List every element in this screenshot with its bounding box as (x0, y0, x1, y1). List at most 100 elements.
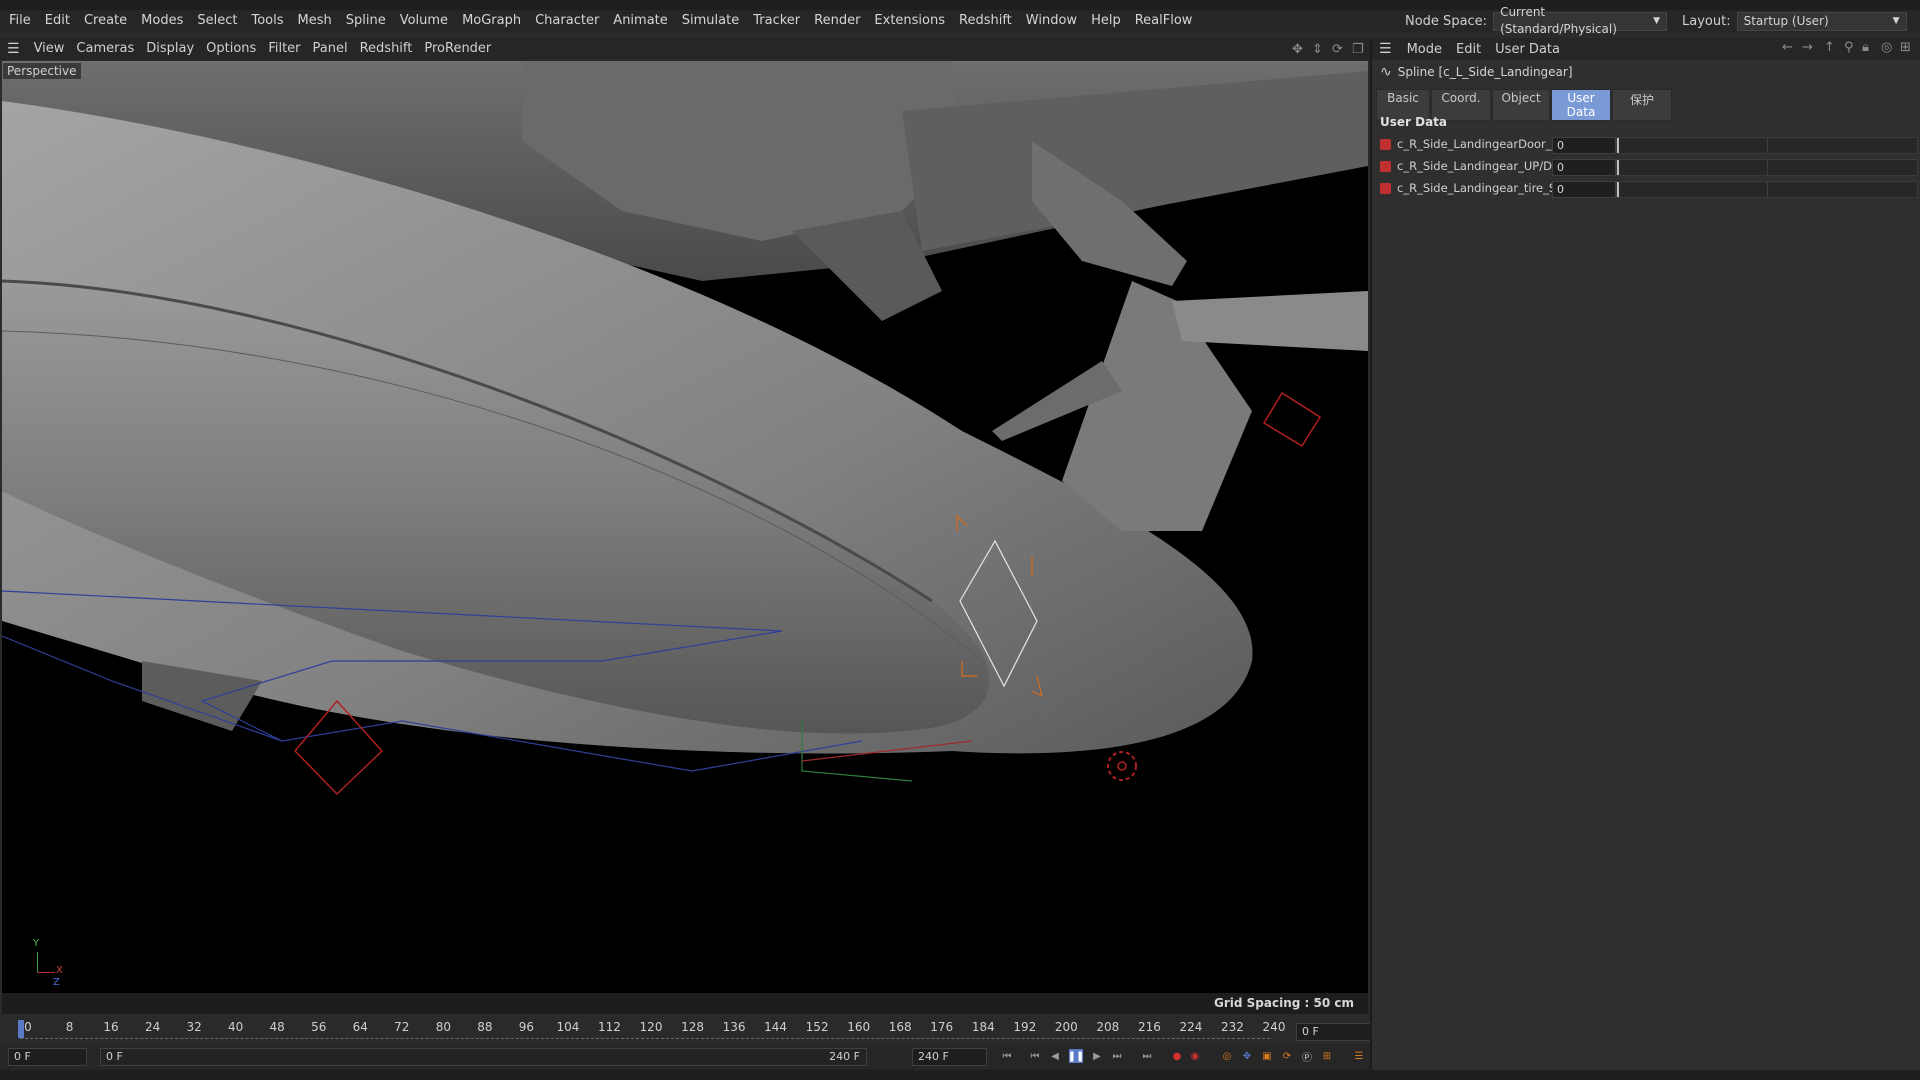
prev-frame-icon[interactable]: ◀ (1048, 1049, 1062, 1063)
timeline-ruler[interactable]: 0 8 16 24 32 40 48 56 64 72 80 88 96 104 112 120 128 136 1… (0, 1014, 1370, 1042)
timeline-tick-label: 160 (847, 1020, 871, 1034)
object-title: Spline [c_L_Side_Landingear] (1397, 65, 1573, 79)
lock-icon[interactable]: 🔒︎ (1862, 40, 1869, 55)
playhead[interactable] (18, 1020, 24, 1038)
3d-viewport[interactable] (2, 61, 1368, 1014)
timeline-menu-icon[interactable]: ☰ (1352, 1049, 1366, 1063)
menu-create[interactable]: Create (77, 10, 134, 32)
go-to-end-icon[interactable]: ⏭ (1140, 1049, 1154, 1063)
key-param-icon[interactable]: Ⓟ (1300, 1049, 1314, 1064)
chevron-down-icon: ▼ (1892, 15, 1900, 26)
layout-value: Startup (User) (1743, 13, 1829, 28)
keyframe-selection-icon[interactable]: ◎ (1220, 1049, 1234, 1063)
layout-dropdown[interactable]: Startup (User) ▼ (1736, 11, 1907, 31)
animation-track-icon[interactable] (1380, 139, 1391, 150)
panel-divider[interactable] (1370, 38, 1372, 1070)
menu-file[interactable]: File (0, 10, 38, 32)
attr-menu-edit[interactable]: Edit (1449, 42, 1488, 57)
menu-character[interactable]: Character (528, 10, 606, 32)
autokey-icon[interactable]: ◉ (1188, 1049, 1202, 1063)
user-data-value-field[interactable]: 0 (1552, 159, 1616, 176)
scene-render (2, 61, 1368, 796)
viewport-menu-prorender[interactable]: ProRender (418, 38, 497, 60)
record-icon[interactable]: ● (1170, 1049, 1184, 1063)
search-icon[interactable]: ⚲ (1844, 40, 1854, 55)
timeline-tick-label: 192 (1013, 1020, 1037, 1034)
viewport-menu-filter[interactable]: Filter (262, 38, 306, 60)
frame-range-slider[interactable]: 0 F 240 F (100, 1048, 867, 1066)
menu-realflow[interactable]: RealFlow (1128, 10, 1200, 32)
viewport-menu-options[interactable]: Options (200, 38, 262, 60)
key-pla-icon[interactable]: ⊞ (1320, 1049, 1334, 1063)
zoom-view-icon[interactable]: ⇕ (1312, 42, 1323, 57)
menu-redshift[interactable]: Redshift (952, 10, 1019, 32)
up-arrow-icon[interactable]: ↑ (1824, 40, 1835, 55)
menu-volume[interactable]: Volume (393, 10, 455, 32)
menu-select[interactable]: Select (190, 10, 244, 32)
attr-menu-user-data[interactable]: User Data (1488, 42, 1567, 57)
play-pause-icon[interactable]: ❚❚ (1068, 1049, 1084, 1063)
viewport-menu-cameras[interactable]: Cameras (70, 38, 140, 60)
menu-window[interactable]: Window (1019, 10, 1084, 32)
next-frame-icon[interactable]: ▶ (1090, 1049, 1104, 1063)
attr-menu-mode[interactable]: Mode (1400, 42, 1449, 57)
tab-protection[interactable]: 保护 (1612, 89, 1672, 121)
node-space-dropdown[interactable]: Current (Standard/Physical) ▼ (1493, 5, 1668, 36)
timeline-tick-label: 176 (930, 1020, 954, 1034)
user-data-slider[interactable] (1616, 137, 1918, 154)
attribute-toolbar: ☰ Mode Edit User Data ← → ↑ ⚲ 🔒︎ ◎ ⊞ (1372, 38, 1920, 60)
menu-mesh[interactable]: Mesh (291, 10, 339, 32)
key-position-icon[interactable]: ✥ (1240, 1049, 1254, 1063)
go-to-start-icon[interactable]: ⏮ (1000, 1049, 1014, 1063)
viewport-menu-display[interactable]: Display (140, 38, 200, 60)
timeline-tick-label: 152 (805, 1020, 829, 1034)
key-scale-icon[interactable]: ▣ (1260, 1049, 1274, 1063)
camera-label[interactable]: Perspective (3, 63, 81, 79)
menu-tools[interactable]: Tools (244, 10, 290, 32)
menu-extensions[interactable]: Extensions (867, 10, 952, 32)
animation-track-icon[interactable] (1380, 161, 1391, 172)
timeline-tick-label: 200 (1054, 1020, 1078, 1034)
viewport-menu-view[interactable]: View (28, 38, 71, 60)
key-rotation-icon[interactable]: ⟳ (1280, 1049, 1294, 1063)
prev-key-icon[interactable]: ⏮ (1028, 1049, 1042, 1063)
new-window-icon[interactable]: ⊞ (1900, 40, 1911, 55)
menu-simulate[interactable]: Simulate (675, 10, 746, 32)
timeline-tick-label: 184 (971, 1020, 995, 1034)
object-header: ∿ Spline [c_L_Side_Landingear] (1380, 64, 1573, 80)
viewport-menu-panel[interactable]: Panel (307, 38, 354, 60)
rotate-view-icon[interactable]: ⟳ (1332, 42, 1343, 57)
start-frame-field[interactable]: 0 F (8, 1048, 87, 1066)
menu-animate[interactable]: Animate (606, 10, 674, 32)
menu-edit[interactable]: Edit (38, 10, 77, 32)
menu-tracker[interactable]: Tracker (746, 10, 807, 32)
menu-modes[interactable]: Modes (134, 10, 190, 32)
forward-arrow-icon[interactable]: → (1802, 40, 1813, 55)
tab-object[interactable]: Object (1492, 89, 1550, 121)
timeline-tick-label: 128 (681, 1020, 704, 1034)
target-icon[interactable]: ◎ (1881, 40, 1892, 55)
user-data-value-field[interactable]: 0 (1552, 137, 1616, 154)
menu-mograph[interactable]: MoGraph (455, 10, 528, 32)
timeline-tick-label: 8 (65, 1020, 74, 1034)
menu-spline[interactable]: Spline (339, 10, 393, 32)
bottom-strip (0, 1070, 1920, 1080)
back-arrow-icon[interactable]: ← (1782, 40, 1793, 55)
user-data-slider[interactable] (1616, 159, 1918, 176)
tab-user-data[interactable]: User Data (1551, 89, 1611, 121)
end-frame-field[interactable]: 240 F (912, 1048, 987, 1066)
next-key-icon[interactable]: ⏭ (1110, 1049, 1124, 1063)
user-data-value-field[interactable]: 0 (1552, 181, 1616, 198)
hamburger-menu-icon[interactable]: ☰ (0, 41, 28, 57)
maximize-view-icon[interactable]: ❐ (1352, 42, 1364, 57)
max-frame-label: 240 F (829, 1050, 860, 1063)
animation-track-icon[interactable] (1380, 183, 1391, 194)
menu-help[interactable]: Help (1084, 10, 1128, 32)
menu-render[interactable]: Render (807, 10, 867, 32)
hamburger-menu-icon[interactable]: ☰ (1372, 41, 1400, 57)
viewport-menu-redshift[interactable]: Redshift (354, 38, 419, 60)
move-view-icon[interactable]: ✥ (1292, 42, 1303, 57)
current-frame-field[interactable]: 0 F (1296, 1023, 1375, 1041)
viewport-status-bar: Grid Spacing : 50 cm (2, 993, 1368, 1014)
user-data-slider[interactable] (1616, 181, 1918, 198)
